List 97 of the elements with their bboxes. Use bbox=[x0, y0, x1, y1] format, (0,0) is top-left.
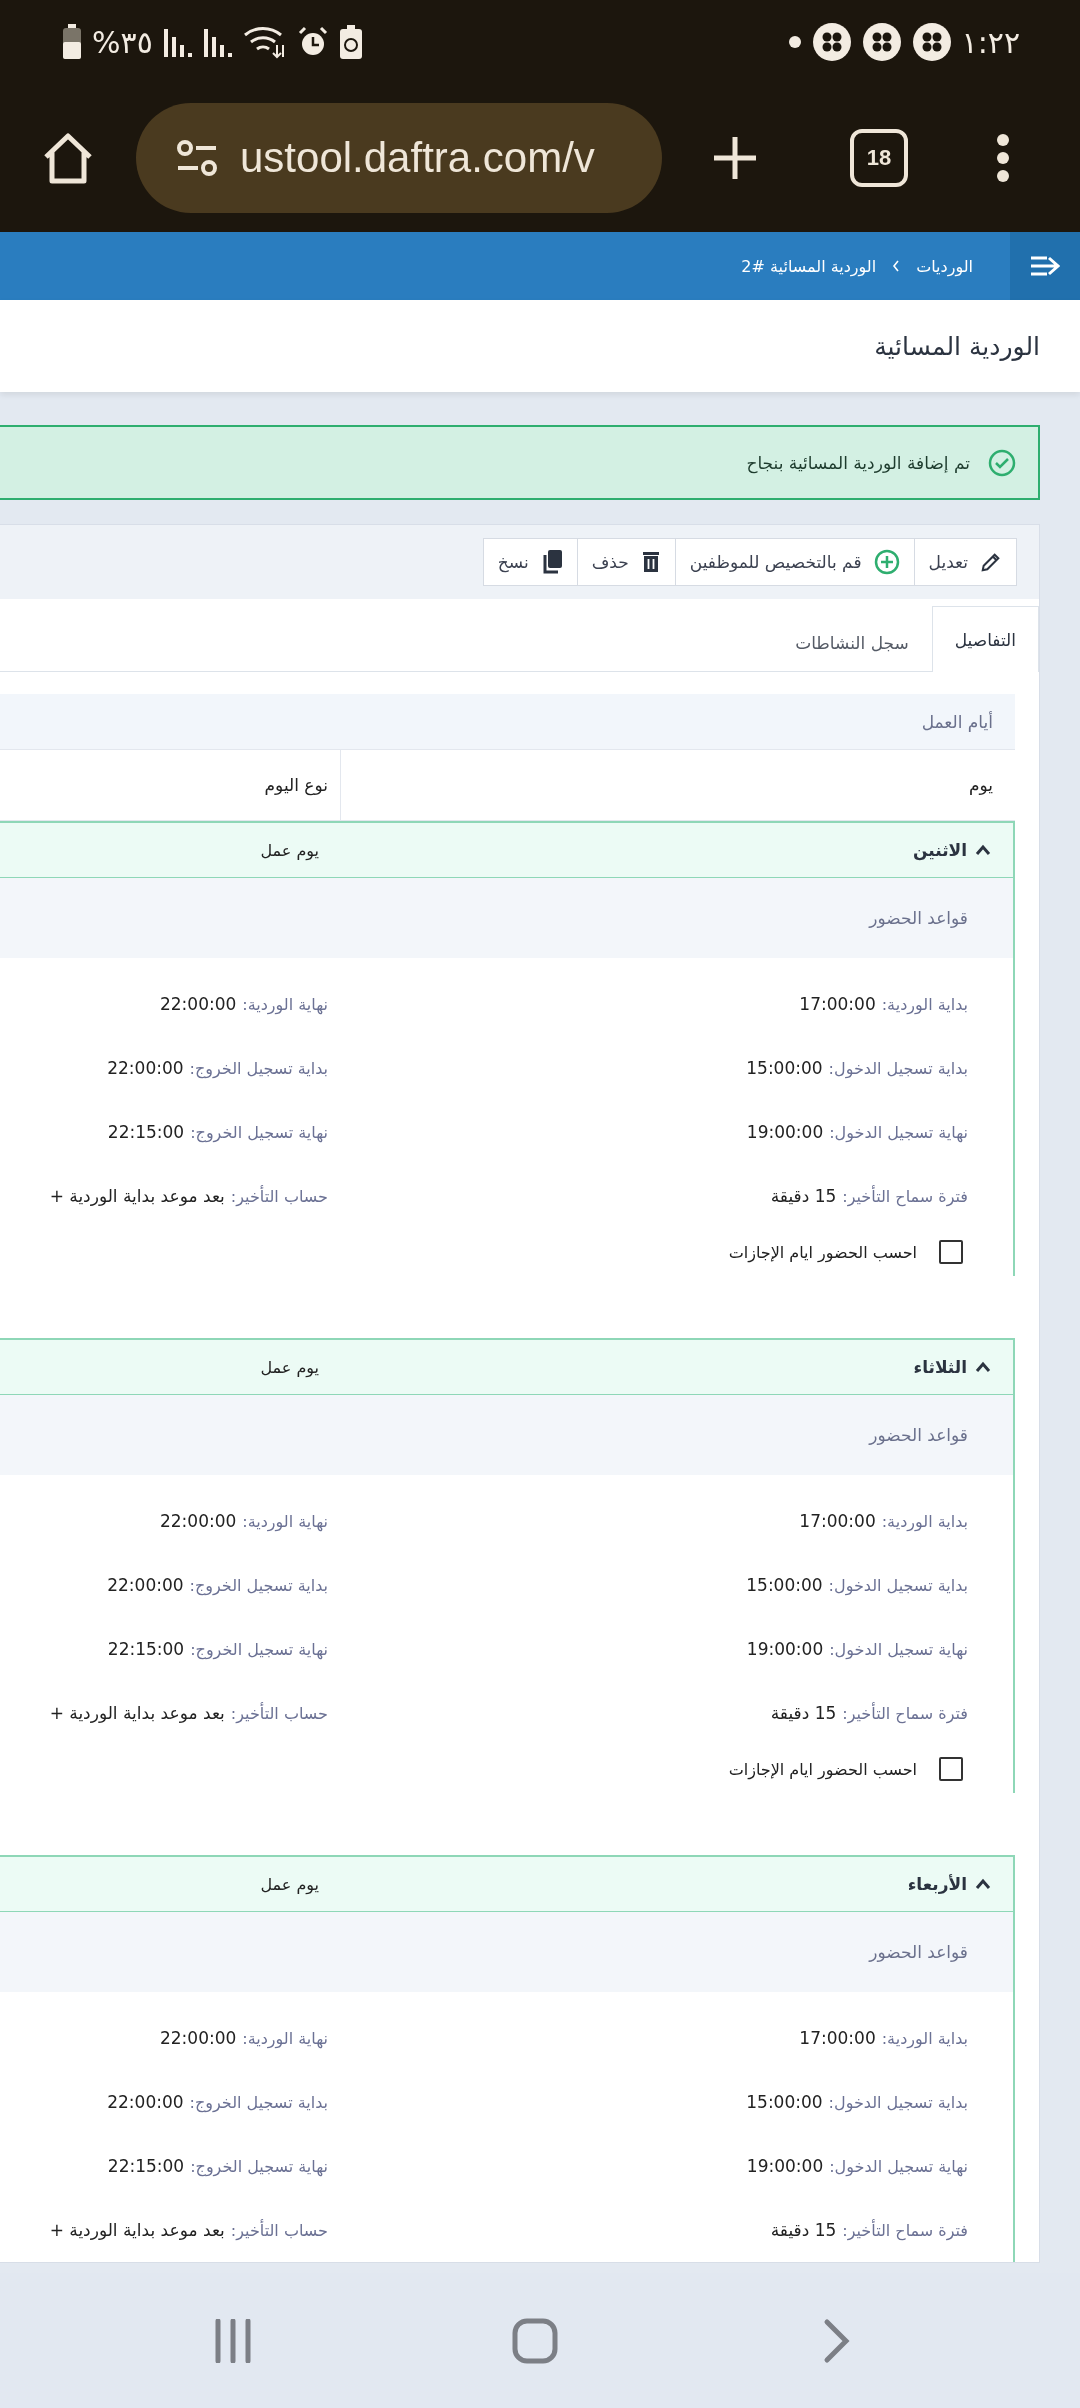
pencil-icon bbox=[980, 551, 1002, 573]
checkbox[interactable] bbox=[939, 1240, 963, 1264]
recent-apps-icon[interactable] bbox=[213, 2318, 253, 2363]
field-label: حساب التأخير: bbox=[230, 2220, 328, 2240]
field-label: نهاية تسجيل الخروج: bbox=[190, 1122, 328, 1142]
field-value: 17:00:00 bbox=[799, 2028, 876, 2048]
field-label: بداية تسجيل الدخول: bbox=[828, 1058, 968, 1078]
field-value: 22:00:00 bbox=[107, 1058, 184, 1078]
breadcrumb-link[interactable]: الورديات bbox=[916, 256, 973, 276]
field-label: نهاية الوردية: bbox=[242, 1511, 328, 1531]
rules-title: قواعد الحضور bbox=[869, 908, 968, 928]
day-name: الثلاثاء bbox=[913, 1357, 967, 1377]
field-value: 22:00:00 bbox=[159, 2028, 237, 2048]
sidebar-toggle-button[interactable] bbox=[1010, 232, 1080, 300]
field-label: نهاية الوردية: bbox=[242, 2028, 328, 2048]
alarm-icon bbox=[296, 26, 329, 58]
clock: ١:٢٢ bbox=[961, 24, 1020, 60]
field-label: حساب التأخير: bbox=[230, 1703, 328, 1723]
section-title: أيام العمل bbox=[921, 711, 993, 732]
field-value: 15:00:00 bbox=[746, 1058, 823, 1078]
field-label: نهاية تسجيل الخروج: bbox=[190, 2156, 328, 2176]
day-type: يوم عمل bbox=[260, 840, 319, 860]
checkbox[interactable] bbox=[939, 1757, 963, 1781]
checkbox-label: احسب الحضور ايام الإجازات bbox=[728, 1759, 917, 1779]
field-label: نهاية تسجيل الدخول: bbox=[829, 1639, 968, 1659]
breadcrumb-link[interactable]: الوردية المسائية #2 bbox=[741, 256, 877, 276]
field-label: بداية الوردية: bbox=[881, 1511, 968, 1531]
dot-icon bbox=[787, 35, 802, 49]
address-bar[interactable]: ustool.daftra.com/v bbox=[136, 103, 662, 213]
battery-saver-icon bbox=[338, 25, 363, 59]
field-value: 15 دقيقة bbox=[770, 2220, 837, 2240]
back-icon[interactable] bbox=[823, 2317, 851, 2364]
field-value: 22:00:00 bbox=[107, 1575, 184, 1595]
field-label: بداية تسجيل الدخول: bbox=[828, 2092, 968, 2112]
field-label: بداية تسجيل الدخول: bbox=[828, 1575, 968, 1595]
day-type: يوم عمل bbox=[260, 1874, 319, 1894]
field-label: فترة سماح التأخير: bbox=[842, 2220, 968, 2240]
tab[interactable]: سجل النشاطات bbox=[772, 612, 932, 672]
day-name: الأربعاء bbox=[907, 1874, 967, 1894]
tab[interactable]: التفاصيل bbox=[931, 606, 1039, 672]
field-value: بعد موعد بداية الوردية + bbox=[49, 2220, 225, 2240]
field-value: 15:00:00 bbox=[746, 2092, 823, 2112]
battery-percentage: %٣٥ bbox=[92, 24, 153, 60]
field-label: بداية الوردية: bbox=[881, 2028, 968, 2048]
trash-icon bbox=[640, 551, 661, 573]
day-type: يوم عمل bbox=[260, 1357, 319, 1377]
field-value: 15:00:00 bbox=[746, 1575, 823, 1595]
wifi-icon bbox=[242, 25, 287, 59]
alert-message: تم إضافة الوردية المسائية بنجاح bbox=[746, 452, 970, 473]
page-title: الوردية المسائية bbox=[874, 331, 1040, 361]
field-value: 15 دقيقة bbox=[770, 1186, 837, 1206]
field-label: بداية تسجيل الخروج: bbox=[189, 1058, 328, 1078]
new-tab-icon[interactable] bbox=[712, 135, 758, 181]
day-name: الاثنين bbox=[912, 840, 967, 860]
app-notification-icon bbox=[811, 22, 852, 62]
field-label: فترة سماح التأخير: bbox=[842, 1186, 968, 1206]
column-header: نوع اليوم bbox=[264, 775, 328, 795]
field-value: 19:00:00 bbox=[746, 1639, 824, 1659]
field-value: 19:00:00 bbox=[746, 2156, 824, 2176]
caret-up-icon[interactable] bbox=[975, 1878, 991, 1890]
check-circle-icon bbox=[988, 448, 1016, 477]
add-circle-icon bbox=[873, 549, 900, 575]
field-label: نهاية تسجيل الدخول: bbox=[829, 1122, 968, 1142]
field-value: 22:15:00 bbox=[107, 1639, 185, 1659]
field-label: بداية تسجيل الخروج: bbox=[189, 2092, 328, 2112]
field-label: نهاية الوردية: bbox=[242, 994, 328, 1014]
field-label: نهاية تسجيل الدخول: bbox=[829, 2156, 968, 2176]
field-value: 19:00:00 bbox=[746, 1122, 824, 1142]
rules-title: قواعد الحضور bbox=[869, 1425, 968, 1445]
field-label: بداية تسجيل الخروج: bbox=[189, 1575, 328, 1595]
caret-up-icon[interactable] bbox=[975, 1361, 991, 1373]
field-value: بعد موعد بداية الوردية + bbox=[49, 1186, 225, 1206]
column-header: يوم bbox=[968, 775, 993, 795]
field-value: 22:00:00 bbox=[159, 1511, 237, 1531]
battery-icon bbox=[62, 24, 82, 60]
field-label: بداية الوردية: bbox=[881, 994, 968, 1014]
field-value: بعد موعد بداية الوردية + bbox=[49, 1703, 225, 1723]
app-notification-icon bbox=[911, 22, 952, 62]
field-label: حساب التأخير: bbox=[230, 1186, 328, 1206]
menu-arrow-icon bbox=[1030, 255, 1060, 277]
more-icon[interactable] bbox=[996, 133, 1010, 183]
caret-up-icon[interactable] bbox=[975, 844, 991, 856]
field-label: نهاية تسجيل الخروج: bbox=[190, 1639, 328, 1659]
rules-title: قواعد الحضور bbox=[869, 1942, 968, 1962]
field-value: 22:15:00 bbox=[107, 2156, 185, 2176]
tab-count[interactable]: 18 bbox=[850, 129, 908, 187]
checkbox-label: احسب الحضور ايام الإجازات bbox=[728, 1242, 917, 1262]
field-value: 22:00:00 bbox=[159, 994, 237, 1014]
field-value: 15 دقيقة bbox=[770, 1703, 837, 1723]
field-value: 17:00:00 bbox=[799, 1511, 876, 1531]
field-value: 22:00:00 bbox=[107, 2092, 184, 2112]
site-settings-icon[interactable] bbox=[176, 139, 218, 177]
field-value: 22:15:00 bbox=[107, 1122, 185, 1142]
field-label: فترة سماح التأخير: bbox=[842, 1703, 968, 1723]
app-notification-icon bbox=[861, 22, 902, 62]
chevron-icon bbox=[892, 260, 901, 272]
field-value: 17:00:00 bbox=[799, 994, 876, 1014]
